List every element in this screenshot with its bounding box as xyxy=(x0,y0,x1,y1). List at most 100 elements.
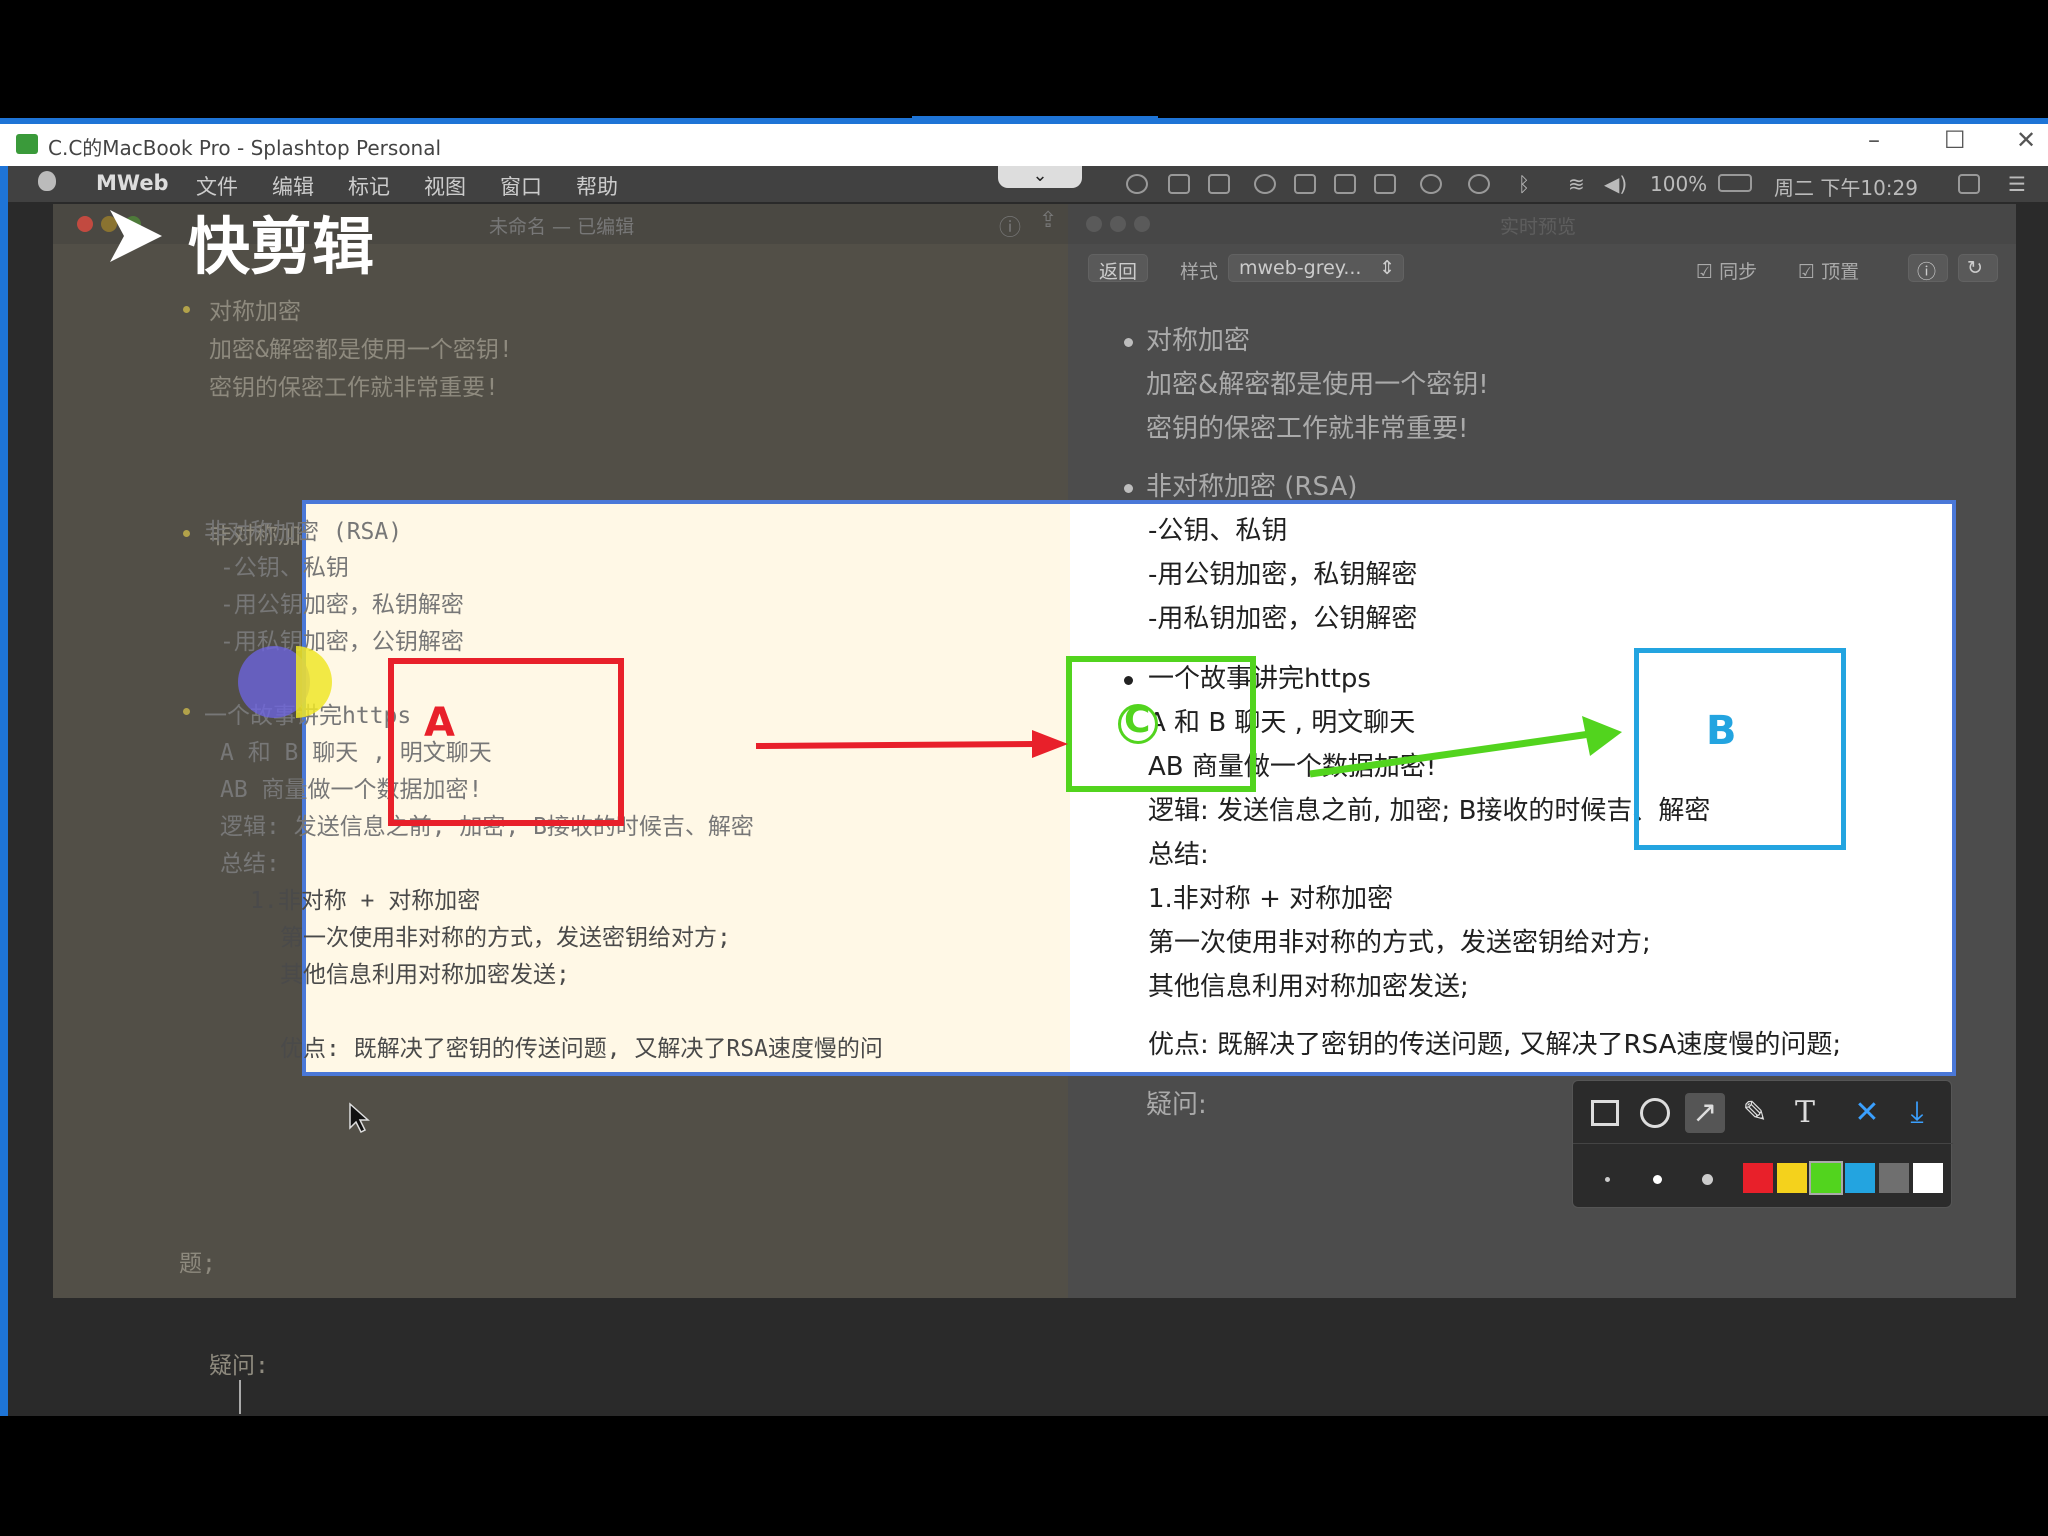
size-medium-button[interactable] xyxy=(1653,1175,1662,1184)
splashtop-titlebar: C.C的MacBook Pro - Splashtop Personal – ☐… xyxy=(0,116,2048,166)
battery-percent: 100% xyxy=(1650,172,1708,196)
list-bullet xyxy=(183,708,190,715)
list-bullet xyxy=(1124,484,1133,493)
menu-window[interactable]: 窗口 xyxy=(500,171,542,201)
brush-icon[interactable]: ✎ xyxy=(1735,1093,1775,1133)
status-globe-icon[interactable] xyxy=(1468,174,1490,194)
refresh-button[interactable]: ↻ xyxy=(1958,254,1998,282)
pin-label: 顶置 xyxy=(1821,261,1860,283)
list-bullet xyxy=(183,530,190,537)
chevron-down-icon[interactable]: ⌄ xyxy=(998,166,1082,188)
rectangle-icon[interactable] xyxy=(1585,1093,1625,1133)
preview-line: 疑问: xyxy=(1146,1090,1207,1120)
editor-line: 1.非对称 + 对称加密 xyxy=(250,888,481,914)
menu-app-mweb[interactable]: MWeb xyxy=(96,171,169,195)
status-wechat-icon[interactable] xyxy=(1168,174,1190,194)
preview-line: 1.非对称 + 对称加密 xyxy=(1148,884,1394,914)
editor-line: 非对称加密 (RSA) xyxy=(204,519,403,545)
editor-line: 疑问: xyxy=(209,1353,269,1379)
text-icon[interactable]: T xyxy=(1785,1093,1825,1133)
status-app-icon[interactable] xyxy=(1126,174,1148,194)
preview-line: 优点: 既解决了密钥的传送问题, 又解决了RSA速度慢的问题; xyxy=(1148,1030,1842,1060)
color-blue-swatch[interactable] xyxy=(1845,1163,1875,1193)
toolbar-divider xyxy=(1573,1143,1953,1144)
close-icon[interactable]: ✕ xyxy=(1847,1093,1887,1133)
status-upload-icon[interactable] xyxy=(1374,174,1396,194)
back-button[interactable]: 返回 xyxy=(1088,254,1149,283)
annotation-arrow-red xyxy=(755,730,1068,758)
maximize-button[interactable]: ☐ xyxy=(1944,126,1966,154)
pin-checkbox[interactable]: ☑ 顶置 xyxy=(1798,257,1859,284)
color-yellow-swatch[interactable] xyxy=(1777,1163,1807,1193)
minimize-button[interactable]: – xyxy=(1868,126,1880,154)
editor-line: 优点: 既解决了密钥的传送问题, 又解决了RSA速度慢的问 xyxy=(280,1036,883,1062)
window-close-icon[interactable] xyxy=(1086,216,1102,232)
window-title: C.C的MacBook Pro - Splashtop Personal xyxy=(48,136,442,160)
remote-border xyxy=(0,166,8,1416)
editor-line: 题; xyxy=(179,1251,216,1277)
preview-line: 其他信息利用对称加密发送; xyxy=(1148,972,1469,1002)
mouse-cursor-icon xyxy=(349,1102,370,1134)
search-icon[interactable] xyxy=(1420,174,1442,194)
annotation-label-a: A xyxy=(424,700,455,746)
wifi-icon[interactable]: ≋ xyxy=(1568,172,1585,196)
color-red-swatch[interactable] xyxy=(1743,1163,1773,1193)
preview-line: 对称加密 xyxy=(1146,326,1251,356)
status-av-icon[interactable] xyxy=(1208,174,1230,194)
window-minimize-icon[interactable] xyxy=(1110,216,1126,232)
editor-line: 密钥的保密工作就非常重要! xyxy=(209,375,499,401)
info-icon[interactable]: ⓘ xyxy=(999,210,1021,242)
circle-icon[interactable] xyxy=(1635,1093,1675,1133)
annotation-label-b: B xyxy=(1706,708,1737,754)
annotation-box-c xyxy=(1066,656,1256,792)
preview-line: -用公钥加密，私钥解密 xyxy=(1148,560,1418,590)
style-select[interactable]: mweb-grey... ⇕ xyxy=(1228,254,1404,282)
chevron-updown-icon: ⇕ xyxy=(1379,257,1395,279)
size-small-button[interactable] xyxy=(1605,1177,1610,1182)
editor-document-title: 未命名 — 已编辑 xyxy=(489,216,635,238)
preview-line: 第一次使用非对称的方式，发送密钥给对方; xyxy=(1148,928,1651,958)
editor-line: 总结: xyxy=(220,851,280,877)
window-close-icon[interactable] xyxy=(77,216,93,232)
apple-icon[interactable] xyxy=(38,171,56,191)
status-clock-icon[interactable] xyxy=(1254,174,1276,194)
preview-line: 加密&解密都是使用一个密钥! xyxy=(1146,370,1489,400)
watermark-text: 快剪辑 xyxy=(188,210,375,283)
color-gray-swatch[interactable] xyxy=(1879,1163,1909,1193)
window-zoom-icon[interactable] xyxy=(1134,216,1150,232)
preview-line: 逻辑: 发送信息之前, 加密; B接收的时候吉、解密 xyxy=(1148,796,1711,826)
share-icon[interactable]: ⇪ xyxy=(1039,208,1057,233)
sync-checkbox[interactable]: ☑ 同步 xyxy=(1696,257,1757,284)
close-button[interactable]: ✕ xyxy=(2016,126,2036,154)
info-button[interactable]: ⓘ xyxy=(1908,254,1948,283)
menu-help[interactable]: 帮助 xyxy=(576,171,618,201)
editor-line: 加密&解密都是使用一个密钥! xyxy=(209,337,513,363)
menu-view[interactable]: 视图 xyxy=(424,171,466,201)
letterbox-bottom xyxy=(0,1416,2048,1536)
download-icon[interactable]: ⤓ xyxy=(1897,1093,1937,1133)
splashtop-logo-icon xyxy=(16,134,38,154)
editor-line: 其他信息利用对称加密发送; xyxy=(280,962,570,988)
sync-label: 同步 xyxy=(1719,261,1758,283)
preview-line: -用私钥加密，公钥解密 xyxy=(1148,604,1418,634)
annotation-label-c: C xyxy=(1124,700,1151,741)
size-large-button[interactable] xyxy=(1702,1174,1713,1185)
status-tools-icon[interactable] xyxy=(1294,174,1316,194)
editor-line: 对称加密 xyxy=(209,299,301,325)
preview-line: -公钥、私钥 xyxy=(1148,516,1288,546)
notification-center-icon[interactable]: ☰ xyxy=(2008,172,2026,196)
annotation-toolbar: ↗ ✎ T ✕ ⤓ xyxy=(1572,1080,1953,1208)
status-s-icon[interactable] xyxy=(1958,174,1980,194)
battery-icon[interactable] xyxy=(1718,174,1752,192)
arrow-icon[interactable]: ↗ xyxy=(1685,1093,1725,1133)
kuaijianji-logo-icon xyxy=(110,210,162,262)
bluetooth-icon[interactable]: ᛒ xyxy=(1518,172,1530,196)
volume-icon[interactable]: ◀) xyxy=(1604,172,1627,196)
editor-line: -用公钥加密，私钥解密 xyxy=(220,592,464,618)
list-bullet xyxy=(183,306,190,313)
color-white-swatch[interactable] xyxy=(1913,1163,1943,1193)
status-grid-icon[interactable] xyxy=(1334,174,1356,194)
menubar-clock[interactable]: 周二 下午10:29 xyxy=(1774,172,1918,201)
color-green-swatch[interactable] xyxy=(1809,1161,1843,1195)
preview-title: 实时预览 xyxy=(1500,216,1577,238)
